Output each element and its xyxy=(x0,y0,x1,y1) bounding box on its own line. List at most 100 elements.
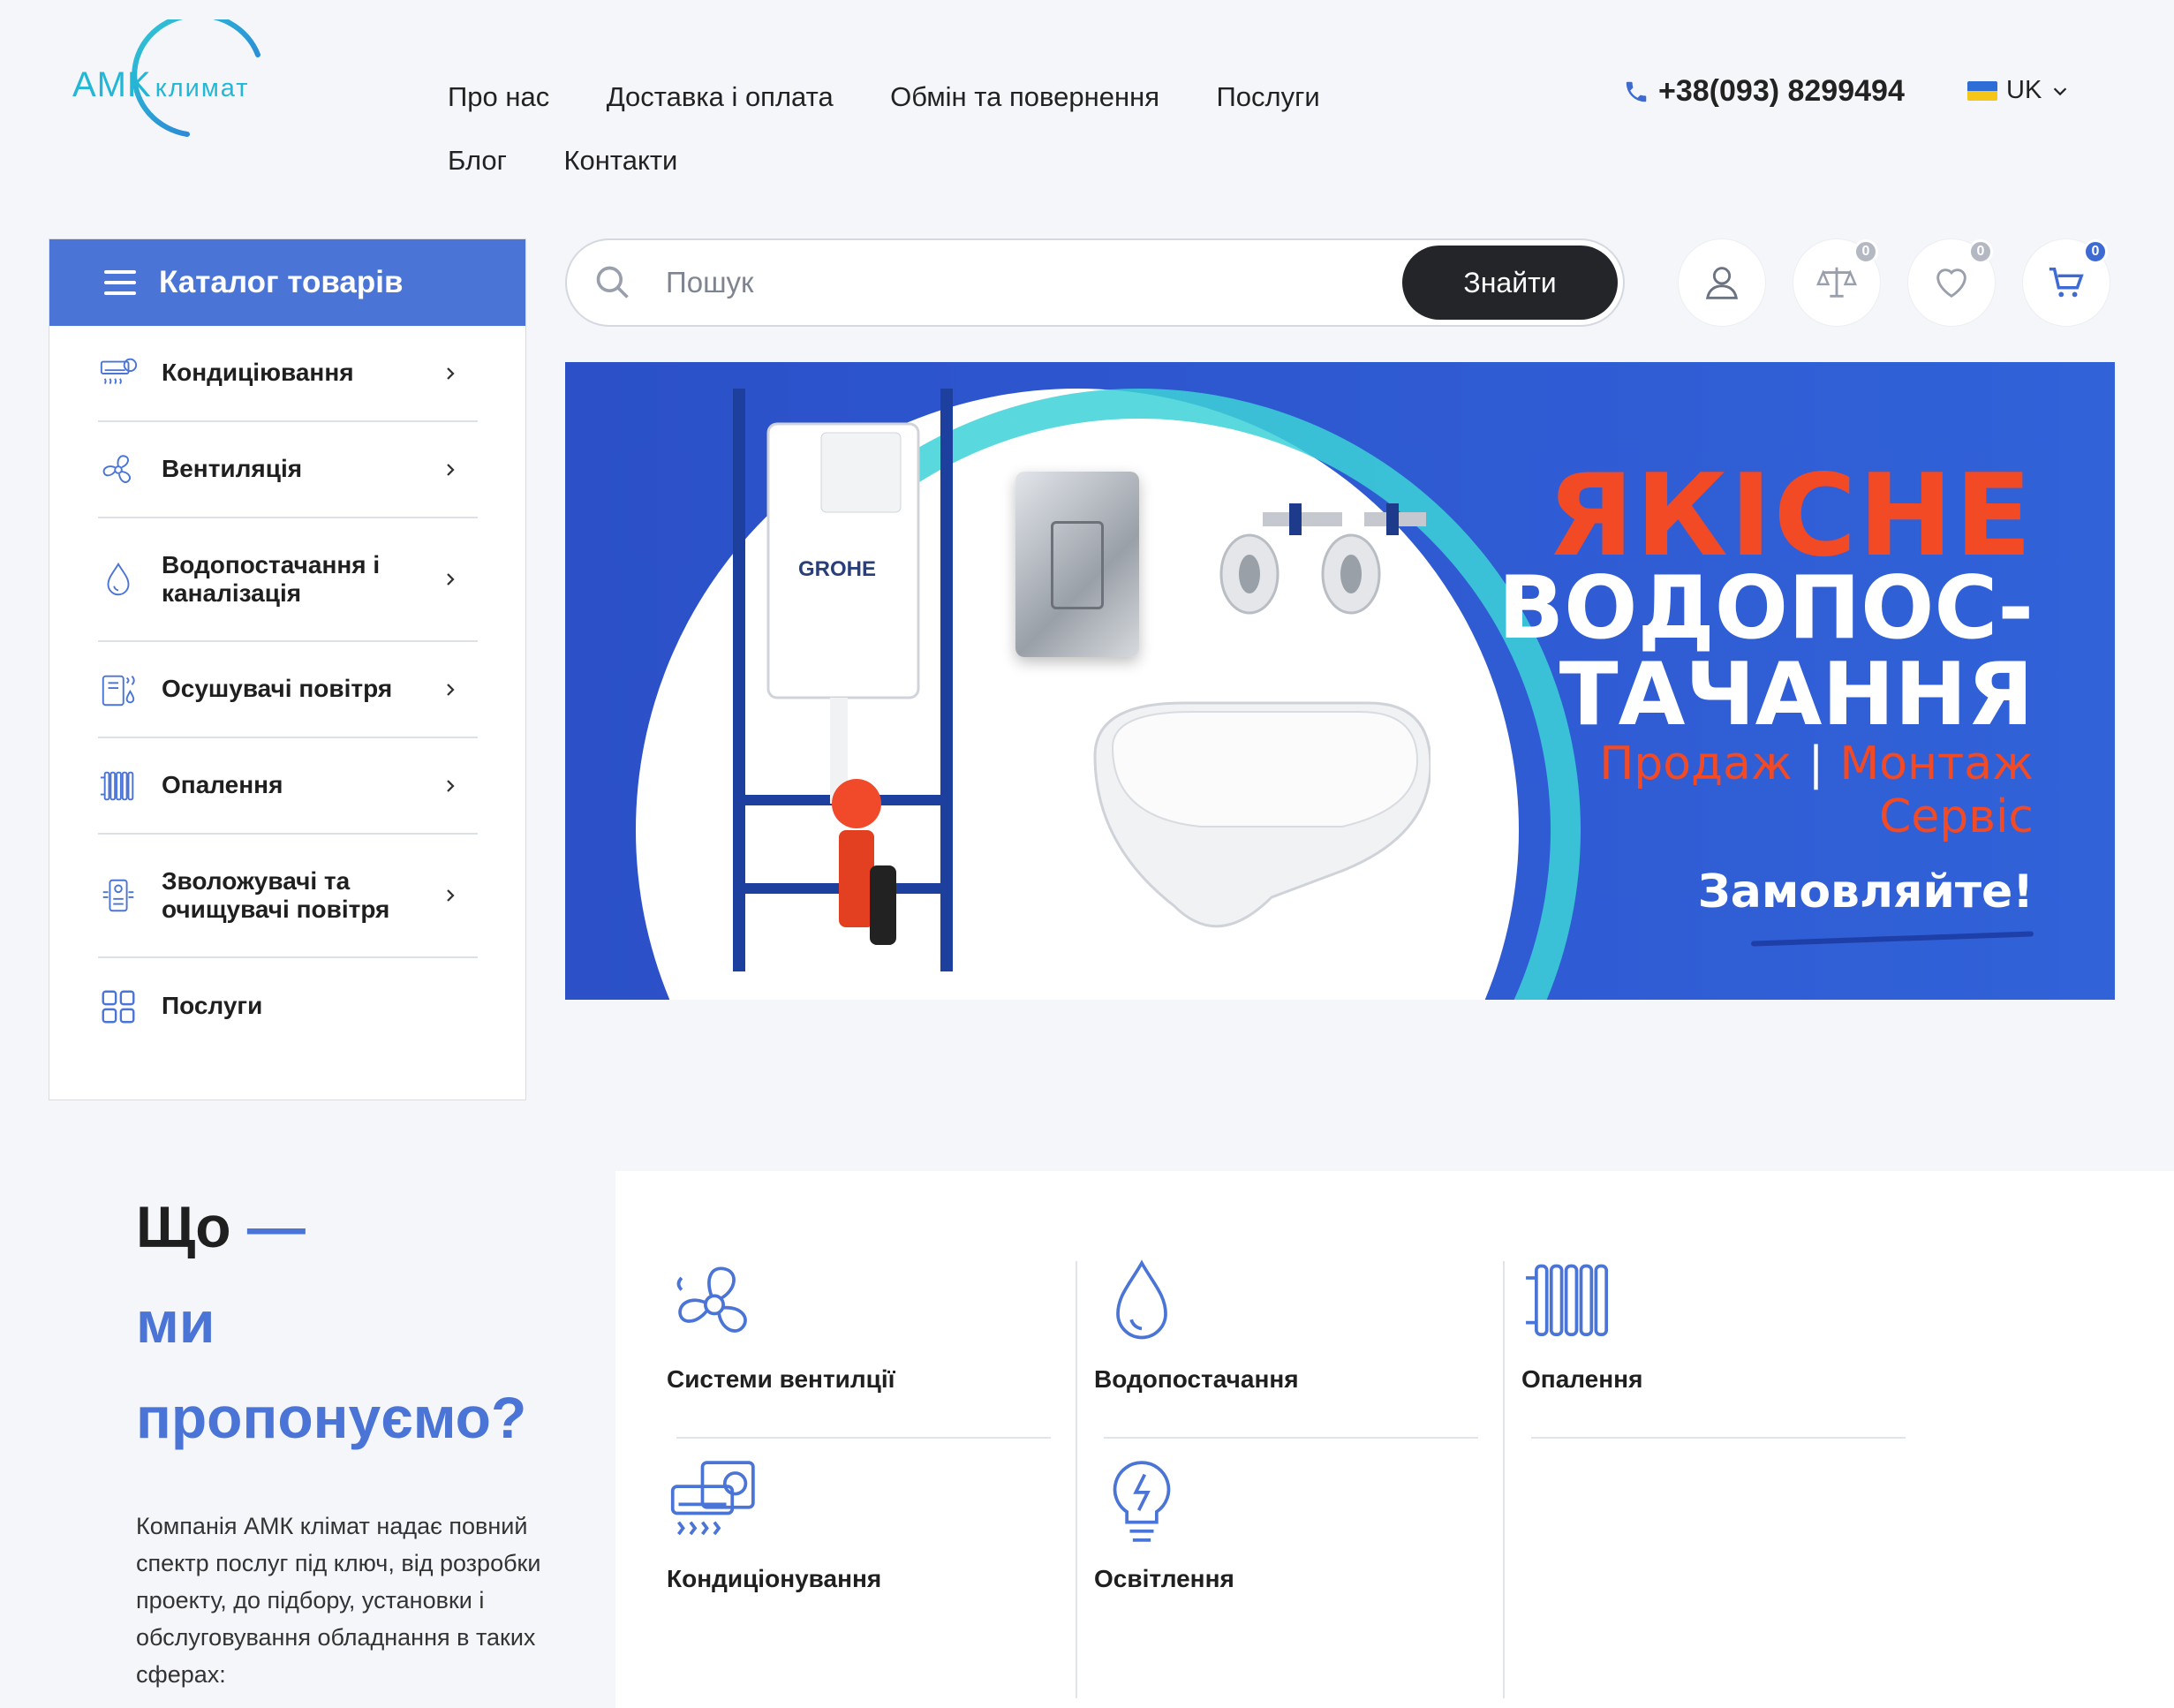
offers-heading-dash: — xyxy=(246,1194,306,1259)
service-label: Кондиціонування xyxy=(667,1565,882,1592)
service-heating[interactable]: Опалення xyxy=(1521,1254,1892,1431)
air-conditioner-icon xyxy=(667,1454,762,1549)
air-conditioner-icon xyxy=(98,353,139,394)
catalog-header[interactable]: Каталог товарів xyxy=(49,239,525,326)
offers-heading-line1: Що xyxy=(136,1194,231,1259)
chevron-right-icon xyxy=(447,683,455,696)
divider xyxy=(1503,1261,1505,1698)
divider xyxy=(676,1437,1051,1439)
cart-count-badge: 0 xyxy=(2083,239,2108,264)
slider-dot[interactable] xyxy=(1383,941,1404,963)
catalog-sidebar: Каталог товарів Кондиціювання Вентиляція… xyxy=(49,238,526,1100)
chevron-down-icon xyxy=(2054,87,2067,95)
ukraine-flag-icon xyxy=(1967,80,1997,101)
hero-banner[interactable]: GROHE ЯКІСНЕ ВОДОПОС- ТАЧАННЯ Продаж | Мон… xyxy=(565,362,2115,1000)
catalog-item-label: Опалення xyxy=(162,771,283,799)
wishlist-button[interactable]: 0 xyxy=(1907,238,1996,327)
banner-sub-sale: Продаж xyxy=(1599,737,1793,790)
chevron-right-icon xyxy=(447,573,455,586)
catalog-item-label: Осушувачі повітря xyxy=(162,675,393,703)
banner-cta: Замовляйте! xyxy=(1697,865,2034,918)
offers-heading: Що — ми пропонуємо? xyxy=(136,1179,577,1465)
offers-heading-line3: пропонуємо? xyxy=(136,1385,527,1450)
slider-dot[interactable] xyxy=(1270,941,1291,963)
catalog-item-ventilation[interactable]: Вентиляція xyxy=(98,422,478,518)
flush-plate-image xyxy=(1015,472,1139,657)
scales-icon xyxy=(1816,267,1857,298)
service-label: Опалення xyxy=(1521,1365,1643,1393)
compare-button[interactable]: 0 xyxy=(1793,238,1881,327)
service-water-supply[interactable]: Водопостачання xyxy=(1094,1254,1465,1431)
grid-icon xyxy=(98,986,139,1027)
water-drop-icon xyxy=(1094,1254,1189,1349)
divider xyxy=(1076,1261,1077,1698)
service-ventilation[interactable]: Системи вентилції xyxy=(667,1254,1038,1431)
language-selector[interactable]: UK xyxy=(1967,76,2070,105)
nav-services[interactable]: Послуги xyxy=(1216,72,1319,136)
fan-icon xyxy=(98,450,139,490)
catalog-item-conditioning[interactable]: Кондиціювання xyxy=(98,326,478,422)
catalog-item-label: Вентиляція xyxy=(162,455,303,483)
nav-blog[interactable]: Блог xyxy=(448,136,507,200)
catalog-item-services[interactable]: Послуги xyxy=(98,958,478,1054)
mounting-brackets-image xyxy=(1219,503,1426,615)
banner-sub-install: Монтаж xyxy=(1839,737,2034,790)
service-label: Освітлення xyxy=(1094,1565,1234,1592)
chevron-right-icon xyxy=(447,779,455,792)
cart-button[interactable]: 0 xyxy=(2022,238,2110,327)
nav-contacts[interactable]: Контакти xyxy=(563,136,677,200)
service-lighting[interactable]: Освітлення xyxy=(1094,1454,1465,1630)
divider xyxy=(1104,1437,1478,1439)
offers-description: Компанія АМК клімат надає повний спектр … xyxy=(136,1513,541,1688)
nav-about[interactable]: Про нас xyxy=(448,72,549,136)
grohe-logo: GROHE xyxy=(798,557,876,581)
banner-sub-service: Сервіс xyxy=(1879,790,2034,843)
heart-icon xyxy=(1936,268,1966,299)
catalog-item-heating[interactable]: Опалення xyxy=(98,738,478,835)
divider xyxy=(1531,1437,1906,1439)
banner-underline xyxy=(1750,931,2034,947)
slider-dots xyxy=(1270,941,1404,963)
phone-link[interactable]: +38(093) 8299494 xyxy=(1623,74,1905,109)
catalog-title: Каталог товарів xyxy=(159,265,404,299)
toilet-image xyxy=(1093,701,1430,928)
catalog-item-label: Послуги xyxy=(162,992,263,1020)
water-drop-icon xyxy=(98,559,139,600)
chevron-right-icon xyxy=(447,463,455,476)
nav-delivery[interactable]: Доставка і оплата xyxy=(607,72,834,136)
cart-icon xyxy=(2049,267,2084,298)
banner-title-line1: ВОДОПОС- xyxy=(1498,558,2034,659)
logo-text: AMK климат xyxy=(72,65,250,104)
search-button[interactable]: Знайти xyxy=(1402,246,1618,320)
offers-intro: Що — ми пропонуємо? Компанія АМК клімат … xyxy=(136,1179,577,1693)
radiator-icon xyxy=(98,766,139,806)
chevron-right-icon xyxy=(447,889,455,902)
fan-icon xyxy=(667,1254,762,1349)
account-button[interactable] xyxy=(1678,238,1766,327)
slider-dot[interactable] xyxy=(1326,941,1347,963)
service-conditioning[interactable]: Кондиціонування xyxy=(667,1454,1038,1630)
chevron-right-icon xyxy=(447,367,455,380)
dehumidifier-icon xyxy=(98,669,139,710)
humidifier-icon xyxy=(98,875,139,916)
radiator-icon xyxy=(1521,1254,1617,1349)
banner-title: ВОДОПОС- ТАЧАННЯ xyxy=(1498,565,2034,738)
phone-icon xyxy=(1626,81,1647,102)
menu-icon xyxy=(104,270,136,295)
user-icon xyxy=(1705,267,1739,299)
installation-frame-image: GROHE xyxy=(733,389,953,971)
search-input[interactable] xyxy=(666,266,1372,299)
search-bar: Знайти xyxy=(565,238,1625,327)
catalog-item-water-supply[interactable]: Водопостачання і каналізація xyxy=(98,518,478,642)
service-label: Системи вентилції xyxy=(667,1365,895,1393)
phone-number: +38(093) 8299494 xyxy=(1658,74,1905,108)
catalog-item-label: Кондиціювання xyxy=(162,359,354,387)
compare-count-badge: 0 xyxy=(1853,239,1878,264)
nav-exchange[interactable]: Обмін та повернення xyxy=(890,72,1159,136)
offers-heading-line2: ми xyxy=(136,1289,215,1355)
banner-subtitle: Продаж | Монтаж Сервіс xyxy=(1599,737,2034,844)
catalog-item-dehumidifiers[interactable]: Осушувачі повітря xyxy=(98,642,478,738)
banner-title-line2: ТАЧАННЯ xyxy=(1559,645,2034,745)
lightbulb-icon xyxy=(1094,1454,1189,1549)
catalog-item-humidifiers[interactable]: Зволожувачі та очищувачі повітря xyxy=(98,835,478,958)
